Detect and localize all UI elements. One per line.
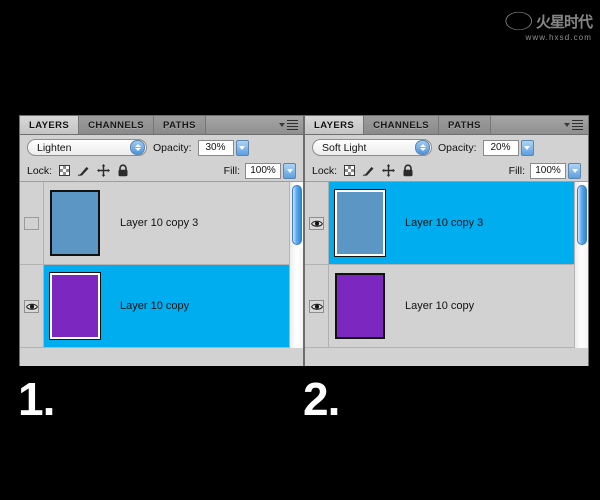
tab-channels[interactable]: CHANNELS <box>79 116 155 134</box>
fill-label: Fill: <box>508 164 525 177</box>
eye-icon[interactable] <box>309 299 324 313</box>
lock-image-icon[interactable] <box>362 165 375 177</box>
fill-dropdown-icon[interactable] <box>283 162 296 179</box>
eye-icon[interactable] <box>24 299 39 313</box>
blend-mode-stepper-icon[interactable] <box>130 140 145 155</box>
lock-all-icon[interactable] <box>402 164 414 177</box>
blend-mode-row: Soft Light Opacity: 20% <box>305 135 588 160</box>
fill-value[interactable]: 100% <box>245 162 281 179</box>
fill-group: Fill: 100% <box>223 162 296 179</box>
chevron-down-icon <box>564 123 570 127</box>
layers-panel-1: LAYERS CHANNELS PATHS Lighten Opacity: 3… <box>19 115 304 366</box>
layer-thumbnail[interactable] <box>50 190 100 256</box>
step-number-2: 2. <box>303 373 340 425</box>
opacity-dropdown-icon[interactable] <box>235 139 249 156</box>
eye-icon[interactable] <box>24 216 39 230</box>
tab-layers[interactable]: LAYERS <box>20 116 80 134</box>
chevron-down-icon <box>279 123 285 127</box>
lock-all-icon[interactable] <box>117 164 129 177</box>
layer-row[interactable]: Layer 10 copy 3 <box>305 182 588 265</box>
layer-row[interactable]: Layer 10 copy <box>305 265 588 348</box>
layer-thumbnail[interactable] <box>335 273 385 339</box>
lock-transparency-icon[interactable] <box>59 165 71 176</box>
opacity-field[interactable]: 30% <box>197 139 249 156</box>
layer-visibility-cell[interactable] <box>305 182 329 264</box>
scrollbar-thumb[interactable] <box>577 185 587 245</box>
blend-mode-select[interactable]: Lighten <box>27 139 147 156</box>
layer-thumbnail-cell[interactable] <box>44 265 106 347</box>
layer-row[interactable]: Layer 10 copy <box>20 265 303 348</box>
fill-value[interactable]: 100% <box>530 162 566 179</box>
tab-channels[interactable]: CHANNELS <box>364 116 440 134</box>
opacity-label: Opacity: <box>438 141 477 154</box>
opacity-dropdown-icon[interactable] <box>520 139 534 156</box>
blend-mode-value: Lighten <box>37 141 72 154</box>
layer-thumbnail[interactable] <box>50 273 100 339</box>
opacity-label: Opacity: <box>153 141 192 154</box>
watermark: ⃝ 火星时代 www.hxsd.com <box>470 10 593 44</box>
opacity-value[interactable]: 30% <box>197 139 234 156</box>
hamburger-icon <box>287 119 298 131</box>
fill-label: Fill: <box>223 164 240 177</box>
eye-icon[interactable] <box>309 216 324 230</box>
panel-tabbar: LAYERS CHANNELS PATHS <box>20 116 303 135</box>
layer-thumbnail-cell[interactable] <box>44 182 106 264</box>
lock-transparency-icon[interactable] <box>344 165 356 176</box>
layer-name[interactable]: Layer 10 copy 3 <box>106 182 303 264</box>
panel-menu-icon[interactable] <box>560 116 588 134</box>
lock-icon-group <box>344 164 414 177</box>
tab-paths[interactable]: PATHS <box>439 116 491 134</box>
layer-list-1: Layer 10 copy 3 Layer 10 copy <box>20 182 303 348</box>
layer-row[interactable]: Layer 10 copy 3 <box>20 182 303 265</box>
lock-position-icon[interactable] <box>382 164 396 177</box>
layer-visibility-cell[interactable] <box>20 265 44 347</box>
step-number-1: 1. <box>18 373 55 425</box>
layer-list-scrollbar[interactable] <box>289 182 303 348</box>
layer-list-scrollbar[interactable] <box>574 182 588 348</box>
layer-thumbnail-cell[interactable] <box>329 265 391 347</box>
layer-name[interactable]: Layer 10 copy <box>391 265 588 347</box>
scrollbar-thumb[interactable] <box>292 185 302 245</box>
lock-label: Lock: <box>312 164 338 177</box>
fill-field[interactable]: 100% <box>245 162 296 179</box>
fill-dropdown-icon[interactable] <box>568 162 581 179</box>
layer-name[interactable]: Layer 10 copy 3 <box>391 182 588 264</box>
lock-row: Lock: Fill: 100% <box>20 160 303 182</box>
hamburger-icon <box>572 119 583 131</box>
tab-layers[interactable]: LAYERS <box>305 116 365 134</box>
lock-icon-group <box>59 164 129 177</box>
lock-position-icon[interactable] <box>97 164 111 177</box>
blend-mode-stepper-icon[interactable] <box>415 140 430 155</box>
layers-panel-2: LAYERS CHANNELS PATHS Soft Light Opacity… <box>304 115 589 366</box>
layer-name[interactable]: Layer 10 copy <box>106 265 303 347</box>
panel-tabbar: LAYERS CHANNELS PATHS <box>305 116 588 135</box>
scrollbar-track[interactable] <box>290 248 303 348</box>
panel-menu-icon[interactable] <box>275 116 303 134</box>
layer-list-2: Layer 10 copy 3 Layer 10 copy <box>305 182 588 348</box>
scrollbar-track[interactable] <box>575 248 588 348</box>
watermark-logo: ⃝ 火星时代 <box>533 12 593 32</box>
lock-image-icon[interactable] <box>77 165 90 177</box>
blend-mode-select[interactable]: Soft Light <box>312 139 432 156</box>
layer-visibility-cell[interactable] <box>20 182 44 264</box>
layer-visibility-cell[interactable] <box>305 265 329 347</box>
screenshot-canvas: ⃝ 火星时代 www.hxsd.com 1. 2. LAYERS CHANNEL… <box>0 0 600 500</box>
tab-paths[interactable]: PATHS <box>154 116 206 134</box>
layer-thumbnail[interactable] <box>335 190 385 256</box>
opacity-field[interactable]: 20% <box>482 139 534 156</box>
fill-field[interactable]: 100% <box>530 162 581 179</box>
opacity-value[interactable]: 20% <box>482 139 519 156</box>
layer-thumbnail-cell[interactable] <box>329 182 391 264</box>
blend-mode-value: Soft Light <box>322 141 367 154</box>
lock-row: Lock: Fill: 100% <box>305 160 588 182</box>
fill-group: Fill: 100% <box>508 162 581 179</box>
blend-mode-row: Lighten Opacity: 30% <box>20 135 303 160</box>
watermark-brand: 火星时代 <box>535 12 593 31</box>
watermark-url: www.hxsd.com <box>525 32 592 42</box>
lock-label: Lock: <box>27 164 53 177</box>
